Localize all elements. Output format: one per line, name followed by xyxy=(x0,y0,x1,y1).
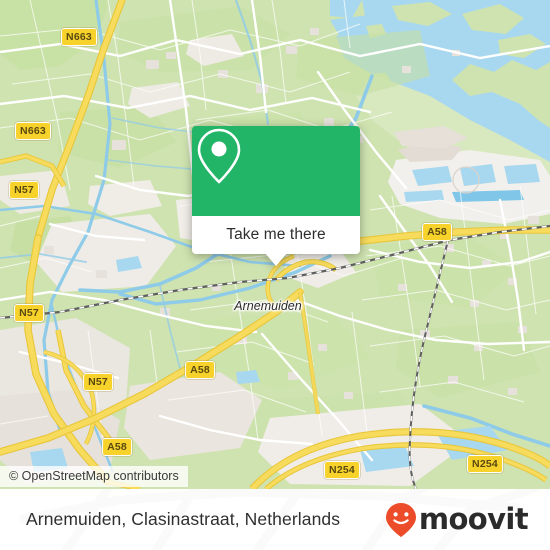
moovit-map-screenshot: N663 N663 N57 N57 N57 A58 A58 A58 N254 N… xyxy=(0,0,550,550)
road-shield[interactable]: N254 xyxy=(324,461,360,479)
road-shield[interactable]: N57 xyxy=(83,373,113,391)
popup-pointer xyxy=(265,253,287,266)
road-shield[interactable]: N57 xyxy=(9,181,39,199)
moovit-wordmark: moovit xyxy=(418,502,529,536)
moovit-logo[interactable]: moovit xyxy=(384,502,529,538)
road-shield[interactable]: N663 xyxy=(15,122,51,140)
address-text: Arnemuiden, Clasinastraat, Netherlands xyxy=(26,509,341,529)
map-canvas[interactable]: N663 N663 N57 N57 N57 A58 A58 A58 N254 N… xyxy=(0,0,550,489)
popup-icon-area xyxy=(192,126,360,216)
bottom-banner: Arnemuiden, Clasinastraat, Netherlands m… xyxy=(0,489,550,550)
road-shield[interactable]: A58 xyxy=(422,223,452,241)
take-me-there-popup[interactable]: Take me there xyxy=(192,126,360,266)
road-shield[interactable]: A58 xyxy=(102,438,132,456)
road-shield[interactable]: N57 xyxy=(14,304,44,322)
take-me-there-label: Take me there xyxy=(226,226,326,243)
road-shield[interactable]: A58 xyxy=(185,361,215,379)
osm-attribution[interactable]: © OpenStreetMap contributors xyxy=(0,466,188,487)
road-shield[interactable]: N254 xyxy=(467,455,503,473)
moovit-pin-smiley-icon xyxy=(385,502,416,537)
popup-label-area[interactable]: Take me there xyxy=(192,216,360,254)
map-pin-icon xyxy=(197,128,241,184)
place-label-arnemuiden: Arnemuiden xyxy=(234,299,302,313)
road-shield[interactable]: N663 xyxy=(61,28,97,46)
